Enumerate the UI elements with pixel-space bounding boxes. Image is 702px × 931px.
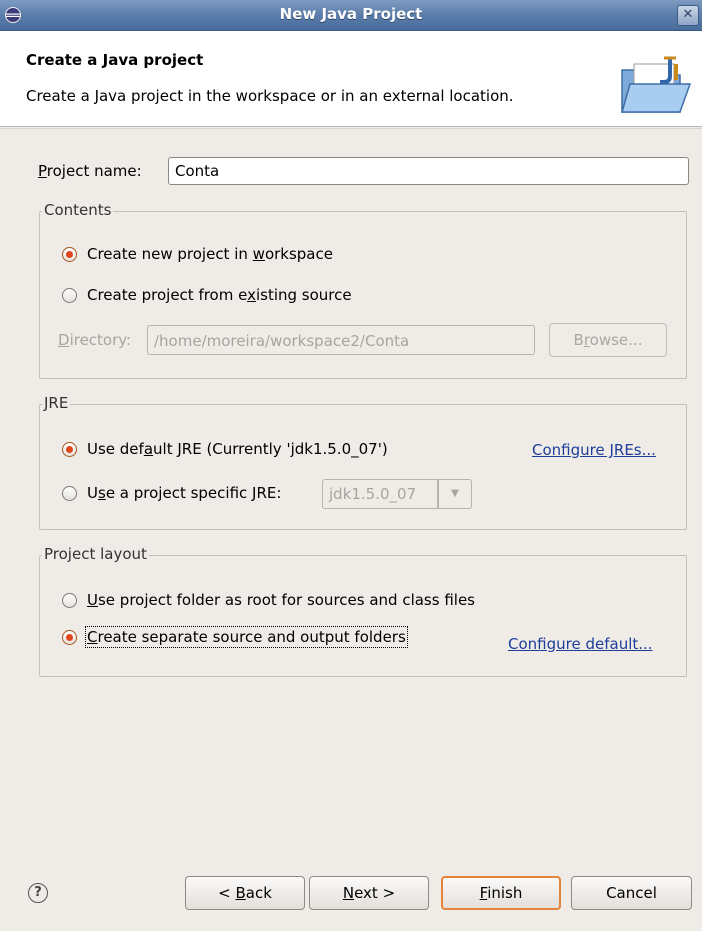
wizard-heading: Create a Java project	[26, 51, 204, 69]
finish-button[interactable]: Finish	[441, 876, 561, 910]
cancel-button[interactable]: Cancel	[571, 876, 692, 910]
browse-button[interactable]: Browse...	[549, 323, 667, 357]
radio-indicator[interactable]	[62, 592, 77, 608]
jre-group: JRE	[39, 394, 687, 530]
window-title: New Java Project	[279, 5, 423, 23]
chevron-down-icon[interactable]: ▼	[438, 479, 472, 509]
create-from-existing-radio[interactable]: Create project from existing source	[62, 286, 352, 304]
use-default-jre-radio[interactable]: Use default JRE (Currently 'jdk1.5.0_07'…	[62, 440, 388, 458]
contents-legend: Contents	[42, 201, 114, 219]
use-project-folder-radio[interactable]: Use project folder as root for sources a…	[62, 591, 475, 609]
radio-indicator[interactable]	[62, 629, 77, 645]
project-name-label-rest: roject name:	[46, 162, 142, 180]
configure-jres-link[interactable]: Configure JREs...	[532, 441, 656, 459]
radio-label: Create new project in workspace	[87, 245, 333, 263]
project-layout-group: Project layout	[39, 545, 687, 677]
radio-indicator[interactable]	[62, 441, 77, 457]
jre-combo-value: jdk1.5.0_07	[322, 479, 438, 509]
radio-label: Use project folder as root for sources a…	[87, 591, 475, 609]
project-layout-legend: Project layout	[42, 545, 149, 563]
create-new-project-radio[interactable]: Create new project in workspace	[62, 245, 333, 263]
radio-indicator[interactable]	[62, 287, 77, 303]
radio-label: Use default JRE (Currently 'jdk1.5.0_07'…	[87, 440, 388, 458]
directory-input[interactable]: /home/moreira/workspace2/Conta	[147, 325, 535, 355]
banner-divider	[0, 128, 702, 129]
radio-label: Create project from existing source	[87, 286, 352, 304]
jre-combo[interactable]: jdk1.5.0_07 ▼	[322, 479, 472, 509]
wizard-banner: Create a Java project Create a Java proj…	[0, 31, 702, 127]
jre-legend: JRE	[42, 394, 71, 412]
radio-label: Create separate source and output folder…	[85, 626, 408, 648]
radio-label: Use a project specific JRE:	[87, 484, 282, 502]
project-name-mnemonic: P	[38, 162, 47, 180]
directory-label: Directory:	[58, 331, 132, 349]
create-separate-folders-radio[interactable]: Create separate source and output folder…	[62, 626, 408, 648]
radio-indicator[interactable]	[62, 246, 77, 262]
close-icon[interactable]: ✕	[677, 5, 699, 26]
radio-indicator[interactable]	[62, 485, 77, 501]
back-button[interactable]: < Back	[185, 876, 305, 910]
use-specific-jre-radio[interactable]: Use a project specific JRE:	[62, 484, 281, 502]
project-name-input[interactable]	[168, 157, 689, 185]
help-icon[interactable]: ?	[28, 883, 48, 903]
java-project-folder-icon	[621, 56, 692, 113]
wizard-description: Create a Java project in the workspace o…	[26, 87, 514, 105]
title-bar: New Java Project ✕	[0, 0, 702, 31]
next-button[interactable]: Next >	[309, 876, 429, 910]
configure-default-link[interactable]: Configure default...	[508, 635, 653, 653]
project-name-label: Project name:	[38, 162, 142, 180]
